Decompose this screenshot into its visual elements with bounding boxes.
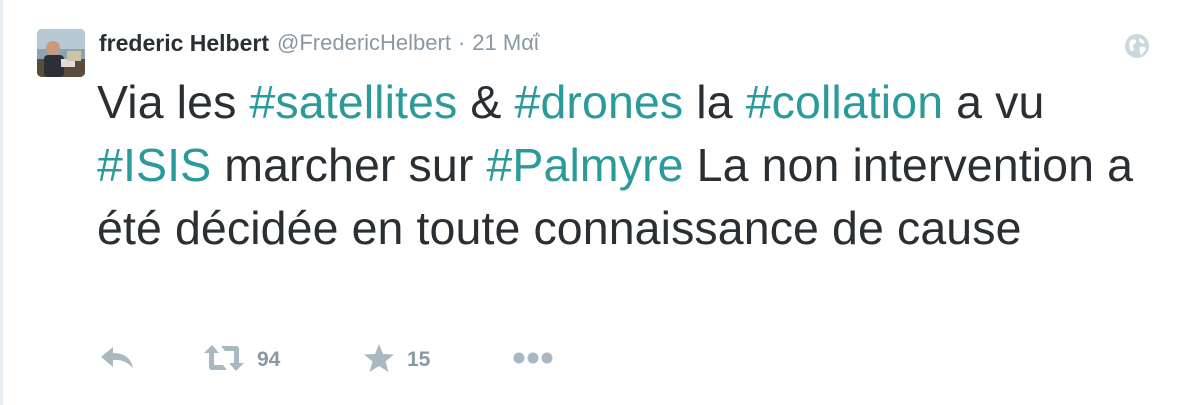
- tweet-card: frederic Helbert @FredericHelbert · 21 Μ…: [0, 0, 1179, 405]
- header-separator: ·: [457, 30, 466, 55]
- tweet-header: frederic Helbert @FredericHelbert · 21 Μ…: [99, 28, 539, 58]
- hashtag-link[interactable]: #drones: [515, 76, 684, 128]
- reply-button[interactable]: [99, 342, 135, 378]
- star-icon: [363, 343, 395, 378]
- tweet-timestamp[interactable]: 21 Μαΐ: [472, 30, 539, 56]
- tweet-text-segment: la: [683, 76, 746, 128]
- tweet-text-segment: marcher sur: [211, 139, 487, 191]
- author-handle[interactable]: @FredericHelbert: [277, 30, 451, 56]
- tweet-text-segment: &: [457, 76, 515, 128]
- retweet-icon: [203, 343, 245, 378]
- author-display-name[interactable]: frederic Helbert: [99, 30, 269, 57]
- retweet-button[interactable]: 94: [203, 342, 280, 378]
- left-divider: [0, 0, 3, 405]
- hashtag-link[interactable]: #satellites: [249, 76, 457, 128]
- retweet-count: 94: [257, 348, 281, 371]
- hashtag-link[interactable]: #ISIS: [97, 139, 211, 191]
- more-button[interactable]: [513, 342, 555, 378]
- avatar[interactable]: [37, 29, 85, 77]
- tweet-text-segment: Via les: [97, 76, 250, 128]
- favorite-button[interactable]: 15: [363, 342, 430, 378]
- reply-icon: [99, 344, 135, 377]
- globe-icon: [1124, 33, 1150, 59]
- hashtag-link[interactable]: #collation: [746, 76, 943, 128]
- tweet-text: Via les #satellites & #drones la #collat…: [97, 71, 1137, 260]
- more-dots-icon: [513, 351, 555, 370]
- tweet-text-segment: a vu: [943, 76, 1045, 128]
- favorite-count: 15: [407, 348, 431, 371]
- hashtag-link[interactable]: #Palmyre: [486, 139, 683, 191]
